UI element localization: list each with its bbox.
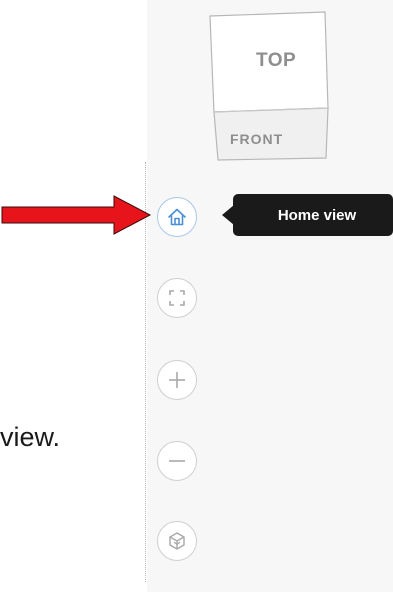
orbit-cube-icon: [169, 532, 185, 550]
orbit-button[interactable]: [157, 521, 197, 561]
zoom-out-button[interactable]: [157, 441, 197, 481]
home-view-button[interactable]: [157, 197, 197, 237]
viewcube-shape: [209, 11, 329, 161]
home-icon: [168, 208, 186, 226]
fit-to-view-button[interactable]: [157, 278, 197, 318]
fit-view-icon: [169, 290, 185, 306]
home-view-tooltip: Home view: [233, 194, 393, 236]
viewcube-top-label[interactable]: TOP: [256, 50, 296, 72]
plus-icon: [169, 372, 185, 388]
viewcube-front-label[interactable]: FRONT: [230, 131, 283, 147]
partial-document-text: view.: [0, 422, 61, 452]
red-arrow-annotation: [1, 195, 152, 235]
viewcube[interactable]: TOP FRONT: [200, 8, 350, 178]
minus-icon: [169, 460, 185, 462]
screenshot-canvas: TOP FRONT Home view view.: [0, 0, 393, 592]
zoom-in-button[interactable]: [157, 360, 197, 400]
